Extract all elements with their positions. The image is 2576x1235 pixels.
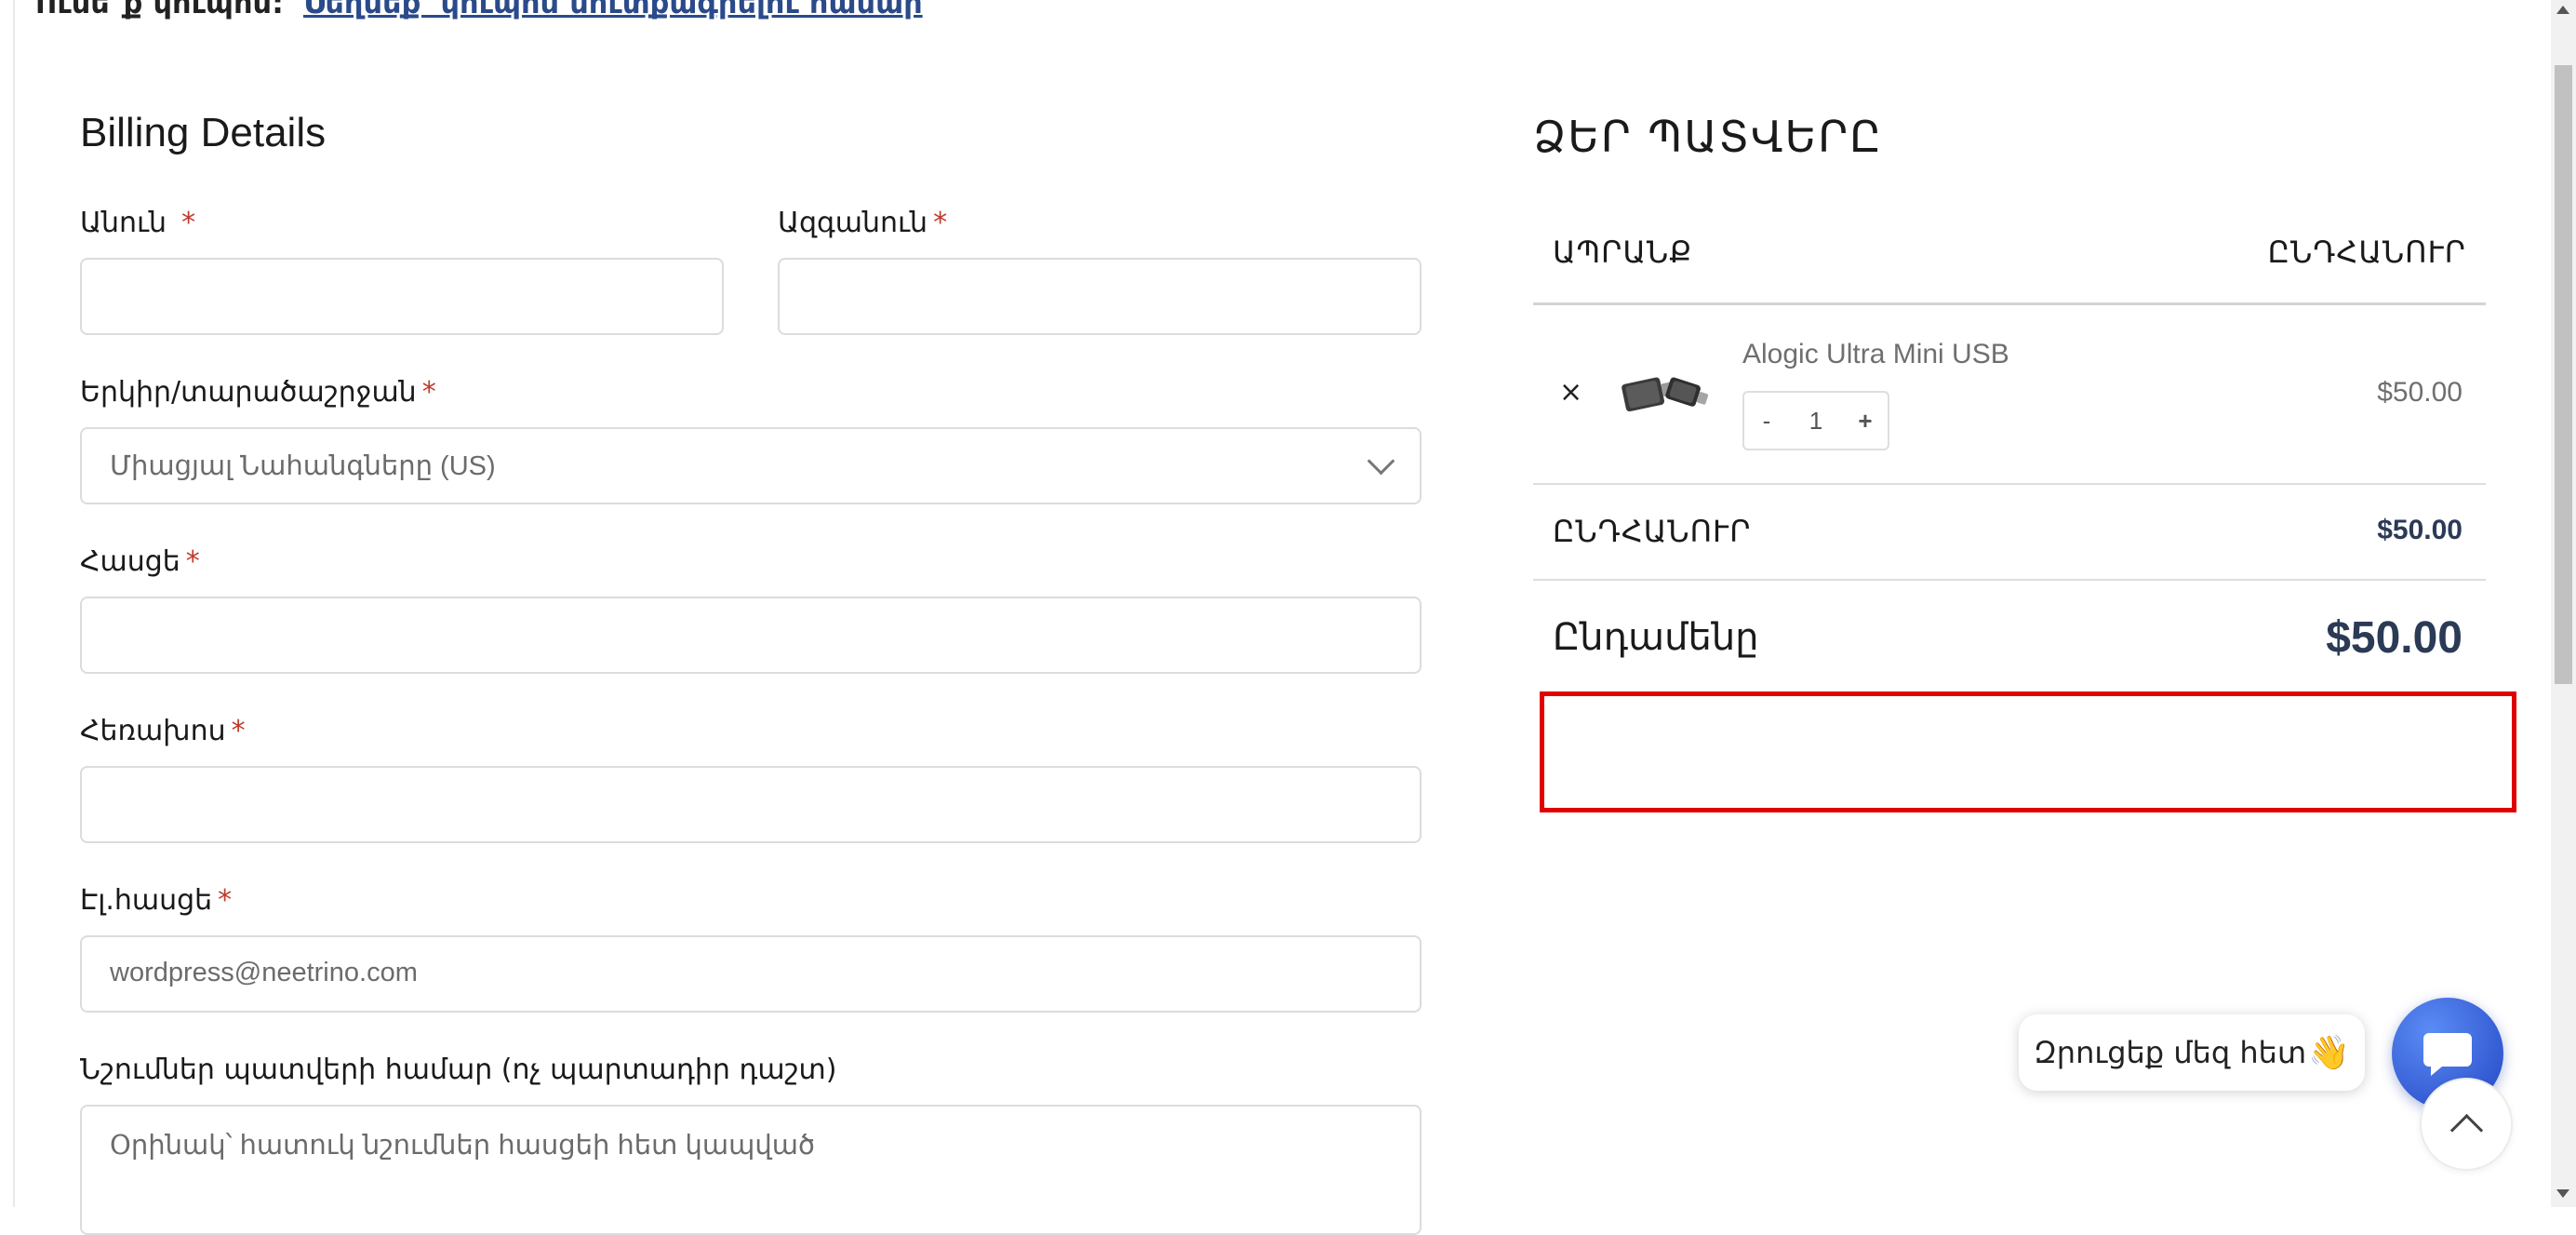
address-input[interactable]	[80, 597, 1421, 674]
chevron-down-icon	[1367, 447, 1395, 476]
total-label: Ընդամենը	[1553, 616, 1759, 659]
first-name-input[interactable]	[80, 258, 724, 335]
scroll-to-top-button[interactable]	[2420, 1078, 2513, 1171]
page-border	[13, 0, 15, 1207]
col-product-header: ԱՊՐԱՆՔ	[1553, 235, 1693, 270]
email-input[interactable]: wordpress@neetrino.com	[80, 935, 1421, 1013]
highlighted-empty-area	[1540, 691, 2516, 812]
coupon-notice: Ունե՞ք կուպոն: Սեղմեք՝ կուպոն մուտքագրել…	[35, 0, 923, 20]
scroll-down-arrow[interactable]	[2556, 1189, 2569, 1198]
total-value: $50.00	[2326, 613, 2463, 663]
subtotal-divider	[1533, 579, 2486, 581]
qty-input[interactable]: 1	[1789, 391, 1843, 450]
chat-prompt-text: Զրուցեք մեզ հետ	[2034, 1035, 2307, 1070]
subtotal-value: $50.00	[2377, 515, 2463, 545]
qty-decrease-button[interactable]: -	[1742, 391, 1789, 450]
coupon-link[interactable]: Սեղմեք՝ կուպոն մուտքագրելու համար	[303, 0, 923, 20]
page-scrollbar[interactable]	[2551, 0, 2576, 1207]
order-notes-textarea[interactable]: Օրինակ՝ հատուկ նշումներ հասցեի հետ կապվա…	[80, 1105, 1421, 1235]
order-notes-placeholder: Օրինակ՝ հատուկ նշումներ հասցեի հետ կապվա…	[110, 1131, 816, 1161]
country-select-value: Միացյալ Նահանգները (US)	[110, 451, 496, 481]
chat-prompt-bubble[interactable]: Զրուցեք մեզ հետ 👋	[2019, 1014, 2365, 1091]
phone-input[interactable]	[80, 766, 1421, 843]
chevron-up-icon	[2449, 1113, 2484, 1148]
col-total-header: ԸՆԴՀԱՆՈՒՐ	[2267, 235, 2466, 270]
email-input-value: wordpress@neetrino.com	[110, 958, 418, 987]
email-label: Էլ.հասցե *	[80, 884, 233, 917]
order-title: ՁԵՐ ՊԱՏՎԵՐԸ	[1533, 112, 1883, 162]
chat-icon	[2423, 1033, 2472, 1076]
first-name-label: Անուն *	[80, 207, 196, 239]
phone-label: Հեռախոս *	[80, 715, 246, 747]
country-select[interactable]: Միացյալ Նահանգները (US)	[80, 427, 1421, 504]
last-name-label: Ազգանուն *	[778, 207, 948, 239]
subtotal-label: ԸՆԴՀԱՆՈՒՐ	[1553, 514, 1752, 549]
address-label: Հասցե *	[80, 545, 200, 578]
wave-icon: 👋	[2308, 1034, 2350, 1072]
item-price: $50.00	[2377, 377, 2463, 408]
qty-increase-button[interactable]: +	[1843, 391, 1889, 450]
last-name-input[interactable]	[778, 258, 1421, 335]
coupon-notice-text: Ունե՞ք կուպոն:	[35, 0, 284, 20]
product-thumbnail[interactable]	[1614, 361, 1715, 423]
order-notes-label: Նշումներ պատվերի համար (ոչ պարտադիր դաշտ…	[80, 1054, 837, 1086]
remove-item-button[interactable]: ×	[1559, 376, 1582, 409]
header-divider	[1533, 302, 2486, 305]
scrollbar-thumb[interactable]	[2555, 65, 2572, 684]
scroll-up-arrow[interactable]	[2556, 6, 2569, 14]
billing-title: Billing Details	[80, 110, 327, 155]
product-name[interactable]: Alogic Ultra Mini USB	[1742, 339, 2009, 370]
country-label: Երկիր/տարածաշրջան *	[80, 376, 436, 409]
item-divider	[1533, 483, 2486, 485]
